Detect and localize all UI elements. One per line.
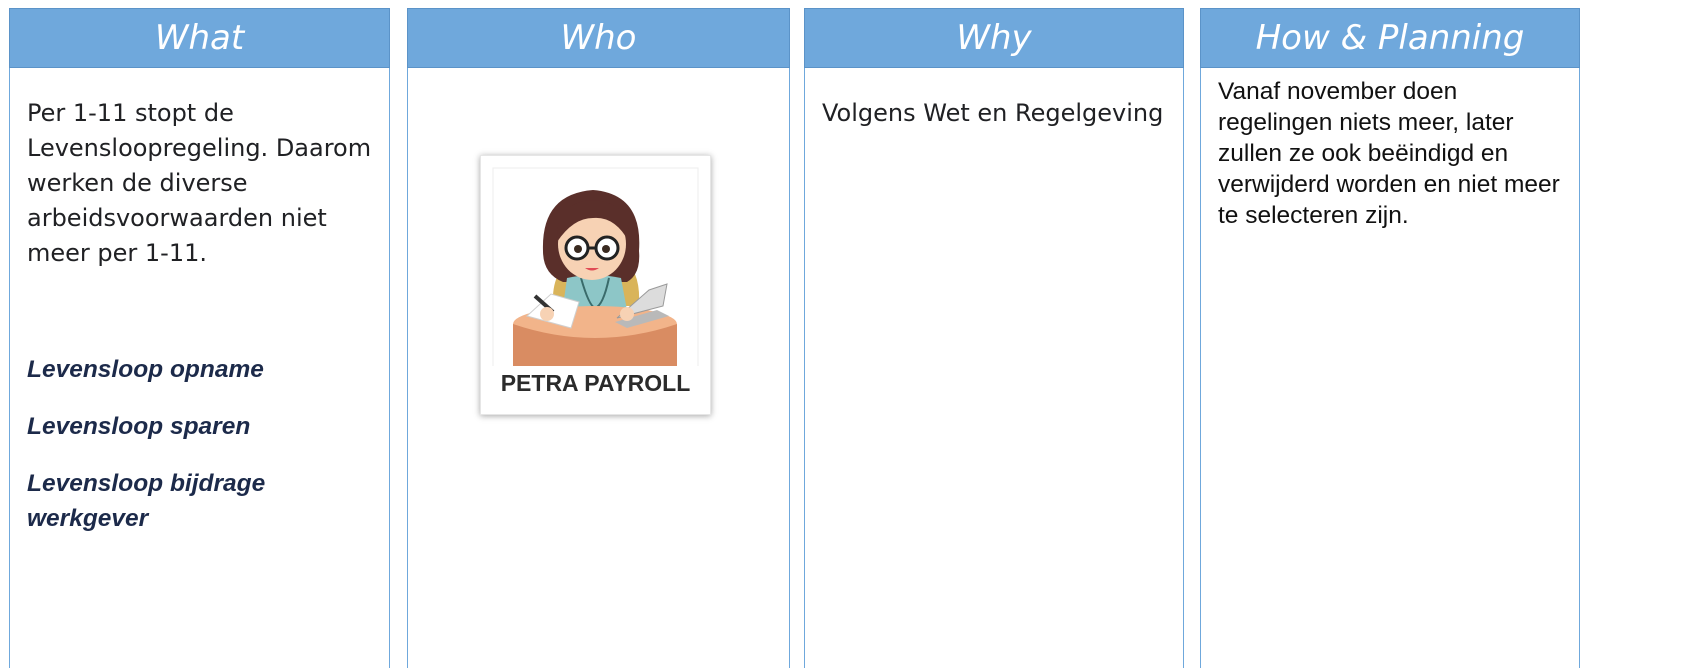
what-description: Per 1-11 stopt de Levensloopregeling. Da… [27,99,372,267]
body-why: Volgens Wet en Regelgeving [804,68,1184,668]
header-what: What [9,8,390,68]
column-what: What Per 1-11 stopt de Levensloopregelin… [9,8,390,668]
column-why: Why Volgens Wet en Regelgeving [804,8,1184,668]
column-who: Who PETRA PAYROLL [407,8,790,668]
column-how-planning: How & Planning Vanaf november doen regel… [1200,8,1580,668]
header-how-planning: How & Planning [1200,8,1580,68]
how-description: Vanaf november doen regelingen niets mee… [1218,78,1560,229]
header-who: Who [407,8,790,68]
header-why: Why [804,8,1184,68]
body-how-planning: Vanaf november doen regelingen niets mee… [1200,68,1580,668]
logo-text: PETRA PAYROLL [500,370,691,396]
list-item: Levensloop sparen [27,413,251,440]
petra-payroll-logo-card: PETRA PAYROLL [480,155,711,415]
petra-payroll-illustration [492,167,699,405]
why-description: Volgens Wet en Regelgeving [822,99,1164,127]
body-what: Per 1-11 stopt de Levensloopregeling. Da… [9,68,390,668]
list-item: Levensloop bijdrage werkgever [27,470,266,532]
list-item: Levensloop opname [27,356,264,383]
body-who: PETRA PAYROLL [407,68,790,668]
